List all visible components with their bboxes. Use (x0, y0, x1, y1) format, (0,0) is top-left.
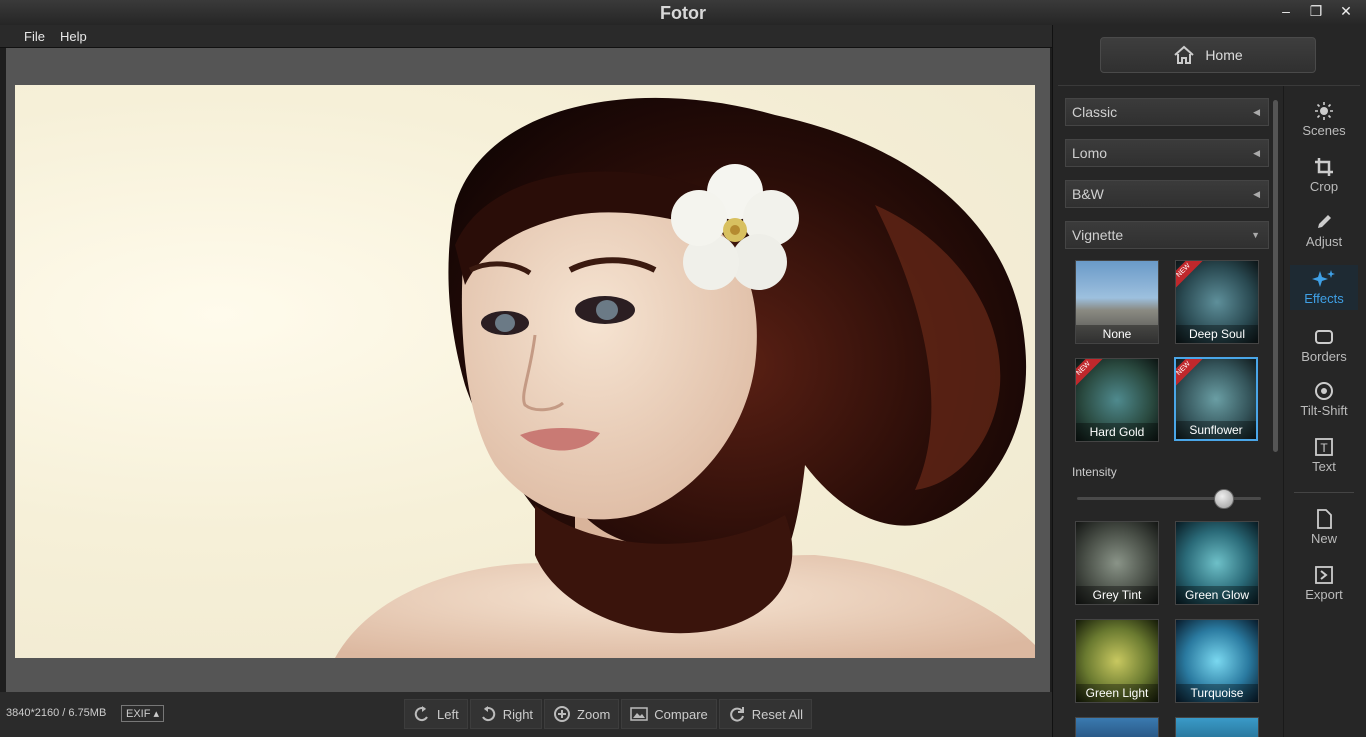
home-label: Home (1205, 47, 1243, 63)
rotate-left-icon (414, 706, 428, 722)
effect-thumb-green-light[interactable]: Green Light (1075, 619, 1159, 703)
new-badge: NEW (1076, 359, 1104, 389)
category-lomo[interactable]: Lomo ◀ (1065, 139, 1269, 167)
app-title: Fotor (660, 3, 706, 23)
tool-label: Crop (1309, 179, 1339, 194)
close-button[interactable]: ✕ (1334, 2, 1358, 20)
category-vignette[interactable]: Vignette ▼ (1065, 221, 1269, 249)
text-icon: T (1315, 438, 1333, 456)
compare-label: Compare (654, 706, 708, 722)
panel-divider (1058, 85, 1360, 86)
minimize-button[interactable]: – (1274, 2, 1298, 20)
tool-borders[interactable]: Borders (1290, 327, 1358, 364)
tool-scenes[interactable]: Scenes (1290, 101, 1358, 138)
tool-separator (1283, 86, 1284, 737)
effect-label: Grey Tint (1076, 586, 1158, 604)
reset-all-label: Reset All (751, 706, 804, 722)
focus-icon (1315, 382, 1333, 400)
reset-all-button[interactable]: Reset All (718, 699, 813, 729)
sparkle-icon (1312, 270, 1335, 287)
new-file-icon (1317, 509, 1332, 529)
new-badge: NEW (1176, 359, 1204, 389)
effect-label: Turquoise (1176, 684, 1258, 702)
collapse-arrow-icon: ◀ (1253, 148, 1260, 158)
new-badge: NEW (1176, 261, 1204, 291)
effect-thumb-partial[interactable] (1075, 717, 1159, 737)
portrait-photo (335, 97, 1035, 658)
photo-canvas[interactable] (15, 85, 1035, 658)
tool-new[interactable]: New (1290, 509, 1358, 546)
rotate-right-label: Right (502, 706, 534, 722)
tool-adjust[interactable]: Adjust (1290, 212, 1358, 249)
zoom-icon (554, 706, 571, 722)
tool-tilt-shift[interactable]: Tilt-Shift (1290, 381, 1358, 418)
effect-thumb-hard-gold[interactable]: NEW Hard Gold (1075, 358, 1159, 442)
tool-label: Scenes (1302, 123, 1346, 138)
tool-label: New (1310, 531, 1337, 546)
sun-icon (1315, 102, 1333, 120)
status-bar: 3840*2160 / 6.75MB EXIF ▴ Left Right Zoo… (0, 692, 1052, 737)
category-bw[interactable]: B&W ◀ (1065, 180, 1269, 208)
compare-icon (630, 707, 649, 721)
category-label: Lomo (1072, 145, 1108, 161)
refresh-icon (729, 707, 744, 722)
menu-bar: File Help (0, 25, 1052, 48)
rotate-right-icon (481, 706, 495, 722)
pencil-icon (1318, 215, 1331, 228)
effect-thumb-grey-tint[interactable]: Grey Tint (1075, 521, 1159, 605)
effect-label: None (1076, 325, 1158, 343)
tool-export[interactable]: Export (1290, 565, 1358, 602)
tool-text[interactable]: T Text (1290, 437, 1358, 474)
effect-thumb-partial[interactable] (1175, 717, 1259, 737)
rotate-left-label: Left (437, 706, 459, 722)
effect-thumb-deep-soul[interactable]: NEW Deep Soul (1175, 260, 1259, 344)
tool-label: Adjust (1305, 234, 1343, 249)
tool-crop[interactable]: Crop (1290, 157, 1358, 194)
effect-thumb-turquoise[interactable]: Turquoise (1175, 619, 1259, 703)
effect-label: Green Light (1076, 684, 1158, 702)
tool-separator-h (1294, 492, 1354, 493)
panel-scrollbar[interactable] (1273, 100, 1278, 452)
maximize-button[interactable]: ❐ (1304, 2, 1328, 20)
frame-icon (1315, 330, 1333, 344)
zoom-label: Zoom (577, 706, 611, 722)
intensity-label: Intensity (1072, 465, 1117, 479)
tool-effects[interactable]: Effects (1290, 265, 1358, 310)
effect-label: Hard Gold (1076, 423, 1158, 441)
tool-label: Borders (1301, 349, 1347, 364)
tool-label: Export (1305, 587, 1343, 602)
image-info: 3840*2160 / 6.75MB (6, 707, 107, 719)
tool-label: Tilt-Shift (1300, 403, 1348, 418)
menu-file[interactable]: File (24, 29, 45, 44)
tool-label: Effects (1304, 291, 1344, 306)
zoom-button[interactable]: Zoom (544, 699, 620, 729)
category-label: Vignette (1072, 227, 1124, 243)
effect-label: Green Glow (1176, 586, 1258, 604)
effect-label: Sunflower (1176, 421, 1256, 439)
expand-arrow-icon: ▼ (1251, 230, 1260, 240)
rotate-left-button[interactable]: Left (404, 699, 468, 729)
home-button[interactable]: Home (1100, 37, 1316, 73)
category-label: Classic (1072, 104, 1118, 120)
tool-label: Text (1312, 459, 1336, 474)
home-icon (1174, 45, 1194, 64)
effect-thumb-sunflower[interactable]: NEW Sunflower (1174, 357, 1258, 441)
collapse-arrow-icon: ◀ (1253, 107, 1260, 117)
svg-text:T: T (1320, 441, 1328, 455)
effect-label: Deep Soul (1176, 325, 1258, 343)
title-bar: Fotor – ❐ ✕ (0, 0, 1366, 25)
collapse-arrow-icon: ◀ (1253, 189, 1260, 199)
compare-button[interactable]: Compare (621, 699, 717, 729)
effect-thumb-none[interactable]: None (1075, 260, 1159, 344)
crop-icon (1315, 158, 1333, 176)
menu-help[interactable]: Help (60, 29, 87, 44)
export-icon (1315, 566, 1333, 584)
exif-toggle[interactable]: EXIF ▴ (121, 705, 165, 722)
category-classic[interactable]: Classic ◀ (1065, 98, 1269, 126)
category-label: B&W (1072, 186, 1104, 202)
rotate-right-button[interactable]: Right (469, 699, 543, 729)
effect-thumb-green-glow[interactable]: Green Glow (1175, 521, 1259, 605)
